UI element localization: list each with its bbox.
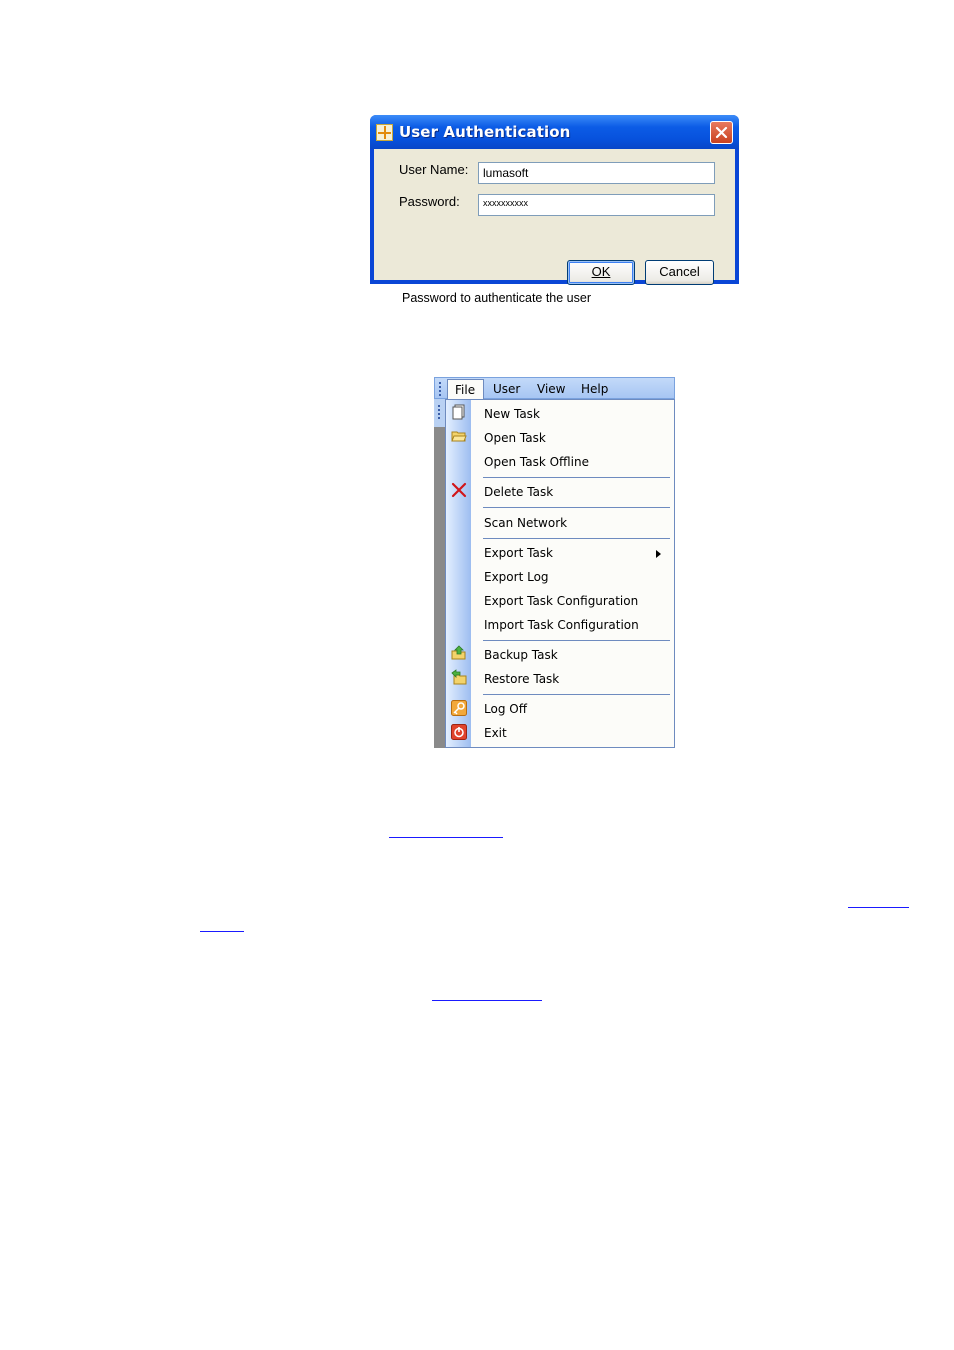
menu-icon-gutter — [446, 400, 471, 747]
menu-separator — [483, 640, 670, 641]
menu-item-open-task[interactable]: Open Task — [484, 431, 546, 445]
menu-item-restore-task[interactable]: Restore Task — [484, 672, 559, 686]
menu-item-new-task[interactable]: New Task — [484, 407, 540, 421]
toolbar-grip-icon — [439, 382, 441, 396]
menu-item-export-log[interactable]: Export Log — [484, 570, 549, 584]
hyperlink[interactable] — [848, 907, 909, 908]
dialog-title: User Authentication — [399, 123, 571, 141]
toolbar-grip-icon-2 — [438, 405, 440, 419]
hyperlink[interactable] — [200, 931, 244, 932]
user-name-field[interactable]: lumasoft — [478, 162, 715, 184]
restore-icon — [451, 669, 467, 685]
menu-item-import-task-configuration[interactable]: Import Task Configuration — [484, 618, 639, 632]
hyperlink[interactable] — [432, 1000, 542, 1001]
menu-separator — [483, 538, 670, 539]
delete-x-icon — [451, 482, 467, 498]
submenu-arrow-icon — [656, 550, 661, 558]
open-folder-icon — [451, 431, 467, 442]
ok-button[interactable]: OK — [567, 260, 635, 285]
close-icon — [715, 126, 728, 139]
menu-file[interactable]: File — [447, 379, 484, 400]
cancel-button-label: Cancel — [659, 264, 700, 279]
menu-bar: File User View Help — [434, 377, 675, 400]
menu-item-open-task-offline[interactable]: Open Task Offline — [484, 455, 589, 469]
menu-separator — [483, 694, 670, 695]
user-name-label: User Name: — [399, 162, 469, 177]
menu-file-label: File — [455, 383, 476, 397]
menu-item-backup-task[interactable]: Backup Task — [484, 648, 558, 662]
menu-help[interactable]: Help — [581, 382, 608, 396]
hyperlink[interactable] — [389, 837, 503, 838]
menu-user[interactable]: User — [493, 382, 520, 396]
menu-separator — [483, 477, 670, 478]
file-dropdown-menu: New Task Open Task Open Task Offline Del… — [445, 399, 675, 748]
password-field[interactable]: xxxxxxxxxx — [478, 194, 715, 216]
menu-item-export-task[interactable]: Export Task — [484, 546, 553, 560]
menu-separator — [483, 507, 670, 508]
close-button[interactable] — [710, 121, 733, 144]
menu-view[interactable]: View — [537, 382, 565, 396]
menu-item-scan-network[interactable]: Scan Network — [484, 516, 567, 530]
app-icon — [376, 124, 393, 141]
power-icon — [451, 724, 467, 740]
key-icon — [451, 700, 467, 716]
backup-icon — [451, 645, 466, 660]
menu-item-export-task-configuration[interactable]: Export Task Configuration — [484, 594, 638, 608]
menu-item-log-off[interactable]: Log Off — [484, 702, 527, 716]
password-label: Password: — [399, 194, 460, 209]
status-hint: Password to authenticate the user — [402, 291, 592, 305]
dialog-body: User Name: lumasoft Password: xxxxxxxxxx… — [374, 149, 735, 305]
menu-item-exit[interactable]: Exit — [484, 726, 507, 740]
cancel-button[interactable]: Cancel — [645, 260, 714, 285]
menu-item-delete-task[interactable]: Delete Task — [484, 485, 553, 499]
ok-button-label: OK — [591, 264, 611, 279]
new-document-icon — [452, 404, 465, 420]
file-menu-screenshot: File User View Help New Task Open Task O… — [434, 377, 675, 748]
dialog-title-bar[interactable]: User Authentication — [370, 115, 739, 149]
user-authentication-dialog: User Authentication User Name: lumasoft … — [370, 115, 739, 305]
